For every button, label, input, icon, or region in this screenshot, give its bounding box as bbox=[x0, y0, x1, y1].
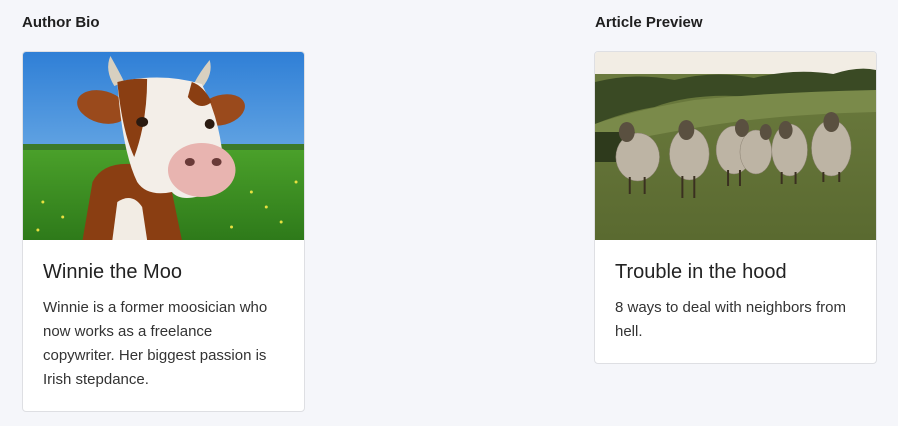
sheep-photo bbox=[595, 52, 876, 240]
article-preview-card[interactable]: Trouble in the hood 8 ways to deal with … bbox=[594, 51, 877, 364]
cow-photo bbox=[23, 52, 304, 240]
article-preview-heading: Article Preview bbox=[595, 14, 703, 31]
author-name: Winnie the Moo bbox=[43, 261, 182, 283]
author-bio-text: Winnie is a former moosician who now wor… bbox=[43, 299, 268, 388]
article-title[interactable]: Trouble in the hood bbox=[615, 260, 856, 284]
author-bio-heading: Author Bio bbox=[22, 14, 100, 31]
article-excerpt: 8 ways to deal with neighbors from hell. bbox=[615, 299, 846, 340]
author-bio-card: Winnie the Moo Winnie is a former moosic… bbox=[22, 51, 305, 412]
